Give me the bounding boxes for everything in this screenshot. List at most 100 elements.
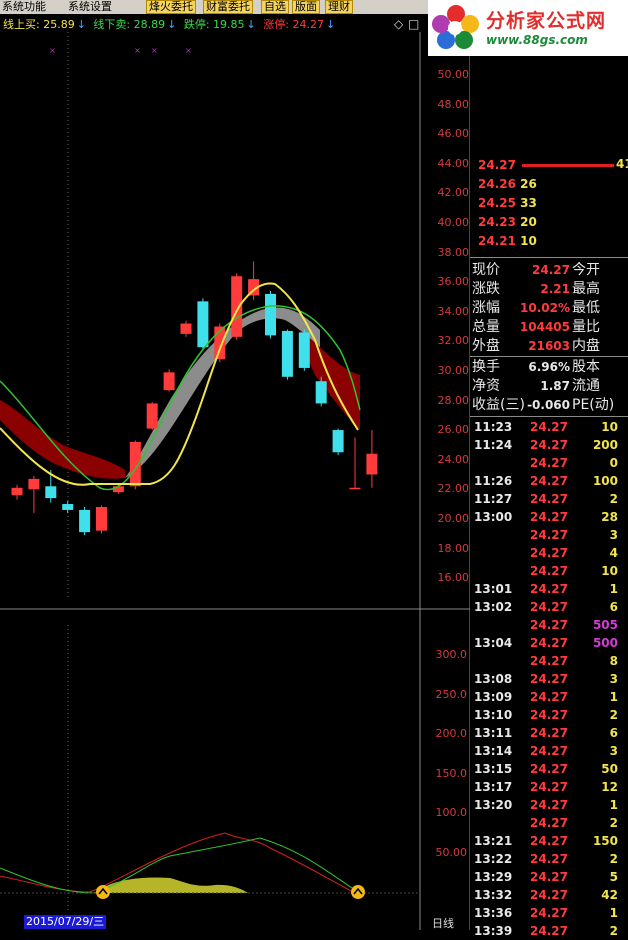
tick-volume: 50: [601, 762, 618, 776]
candle-body: [28, 478, 40, 490]
tick-row: 13:09 24.27 1: [472, 688, 628, 706]
signal-mark: ×: [134, 46, 141, 55]
tick-volume: 500: [592, 636, 618, 650]
tick-volume: 2: [609, 708, 618, 722]
menu-system-functions[interactable]: 系统功能: [2, 0, 46, 14]
tick-time: 11:23: [474, 420, 513, 434]
menu-watchlist[interactable]: 自选: [261, 0, 289, 14]
tick-price: 24.27: [530, 510, 568, 524]
tick-row: 24.27 2: [472, 814, 628, 832]
tick-price: 24.27: [530, 816, 568, 830]
tick-price: 24.27: [530, 708, 568, 722]
tick-price: 24.27: [530, 546, 568, 560]
quote-row: 涨跌 2.21 最高: [472, 280, 628, 299]
tick-price: 24.27: [530, 528, 568, 542]
ask-row: 24.26 26: [478, 177, 537, 191]
tick-price: 24.27: [530, 798, 568, 812]
tick-price: 24.27: [530, 744, 568, 758]
quote-row: 换手 6.96% 股本: [472, 358, 628, 377]
tick-row: 13:39 24.27 2: [472, 922, 628, 940]
tick-time: 13:10: [474, 708, 513, 722]
quote-label: 涨幅: [472, 300, 500, 316]
tick-row: 11:24 24.27 200: [472, 436, 628, 454]
tick-row: 13:29 24.27 5: [472, 868, 628, 886]
quote-label: 流通: [572, 378, 600, 394]
menu-caifu-order[interactable]: 财富委托: [203, 0, 253, 14]
quote-label: 总量: [472, 319, 500, 335]
tick-price: 24.27: [530, 888, 568, 902]
quote-value: 24.27: [532, 263, 570, 277]
menu-finance[interactable]: 理财: [325, 0, 353, 14]
tick-volume: 6: [609, 726, 618, 740]
tick-time: 13:15: [474, 762, 513, 776]
tick-price: 24.27: [530, 924, 568, 938]
tick-row: 13:17 24.27 12: [472, 778, 628, 796]
tick-price: 24.27: [530, 762, 568, 776]
candle-body: [45, 486, 57, 499]
candle-body: [96, 506, 107, 531]
price-tick-label: 32.00: [437, 334, 470, 348]
candle-body: [298, 332, 310, 368]
volume-bar: [522, 164, 614, 167]
quote-label: 涨跌: [472, 281, 500, 297]
tick-row: 13:04 24.27 500: [472, 634, 628, 652]
menu-layout[interactable]: 版面: [292, 0, 320, 14]
signal-up-icon: [96, 885, 110, 899]
tick-time: 13:01: [474, 582, 513, 596]
logo-url: www.88gs.com: [486, 33, 588, 47]
candle-body: [265, 293, 276, 336]
period-label[interactable]: 日线: [432, 915, 454, 931]
tick-time: 13:11: [474, 726, 513, 740]
signal-mark: ×: [185, 46, 192, 55]
tick-time: 11:27: [474, 492, 513, 506]
tick-volume: 1: [609, 582, 618, 596]
tick-volume: 2: [609, 816, 618, 830]
candle-body: [349, 487, 361, 490]
candle-body: [11, 487, 23, 496]
tick-price: 24.27: [530, 438, 568, 452]
tick-row: 13:20 24.27 1: [472, 796, 628, 814]
quote-label: 量比: [572, 319, 600, 335]
candle-body: [366, 453, 378, 475]
quote-label: 收益(三): [472, 397, 525, 413]
quote-label: 内盘: [572, 338, 600, 354]
tick-volume: 5: [609, 870, 618, 884]
tick-volume: 2: [609, 492, 618, 506]
quote-label: 换手: [472, 359, 500, 375]
quote-row: 涨幅 10.02% 最低: [472, 299, 628, 318]
tick-price: 24.27: [530, 654, 568, 668]
tick-row: 13:22 24.27 2: [472, 850, 628, 868]
tick-row: 13:02 24.27 6: [472, 598, 628, 616]
tick-time: 13:39: [474, 924, 513, 938]
tick-row: 13:08 24.27 3: [472, 670, 628, 688]
tick-time: 13:08: [474, 672, 513, 686]
tick-time: 13:02: [474, 600, 513, 614]
ask-row: 24.25 33: [478, 196, 537, 210]
price-tick-label: 22.00: [437, 482, 470, 496]
tick-row: 13:15 24.27 50: [472, 760, 628, 778]
tick-row: 24.27 8: [472, 652, 628, 670]
tick-row: 24.27 0: [472, 454, 628, 472]
menu-system-settings[interactable]: 系统设置: [68, 0, 112, 14]
tick-price: 24.27: [530, 672, 568, 686]
quote-label: PE(动): [572, 397, 615, 413]
tick-price: 24.27: [530, 474, 568, 488]
quote-label: 股本: [572, 359, 600, 375]
tick-price: 24.27: [530, 726, 568, 740]
quote-row: 现价 24.27 今开: [472, 261, 628, 280]
tick-volume: 2: [609, 852, 618, 866]
tick-volume: 6: [609, 600, 618, 614]
menu-fenghuo-order[interactable]: 烽火委托: [146, 0, 196, 14]
tick-volume: 28: [601, 510, 618, 524]
tick-price: 24.27: [530, 618, 568, 632]
tick-row: 13:11 24.27 6: [472, 724, 628, 742]
tick-time: 13:09: [474, 690, 513, 704]
candle-body: [146, 403, 158, 429]
tick-row: 13:36 24.27 1: [472, 904, 628, 922]
quote-value: 6.96%: [528, 360, 570, 374]
tick-row: 13:10 24.27 2: [472, 706, 628, 724]
tick-time: 13:04: [474, 636, 513, 650]
quote-row: 总量 104405 量比: [472, 318, 628, 337]
tick-volume: 2: [609, 924, 618, 938]
candle-body: [315, 381, 327, 404]
